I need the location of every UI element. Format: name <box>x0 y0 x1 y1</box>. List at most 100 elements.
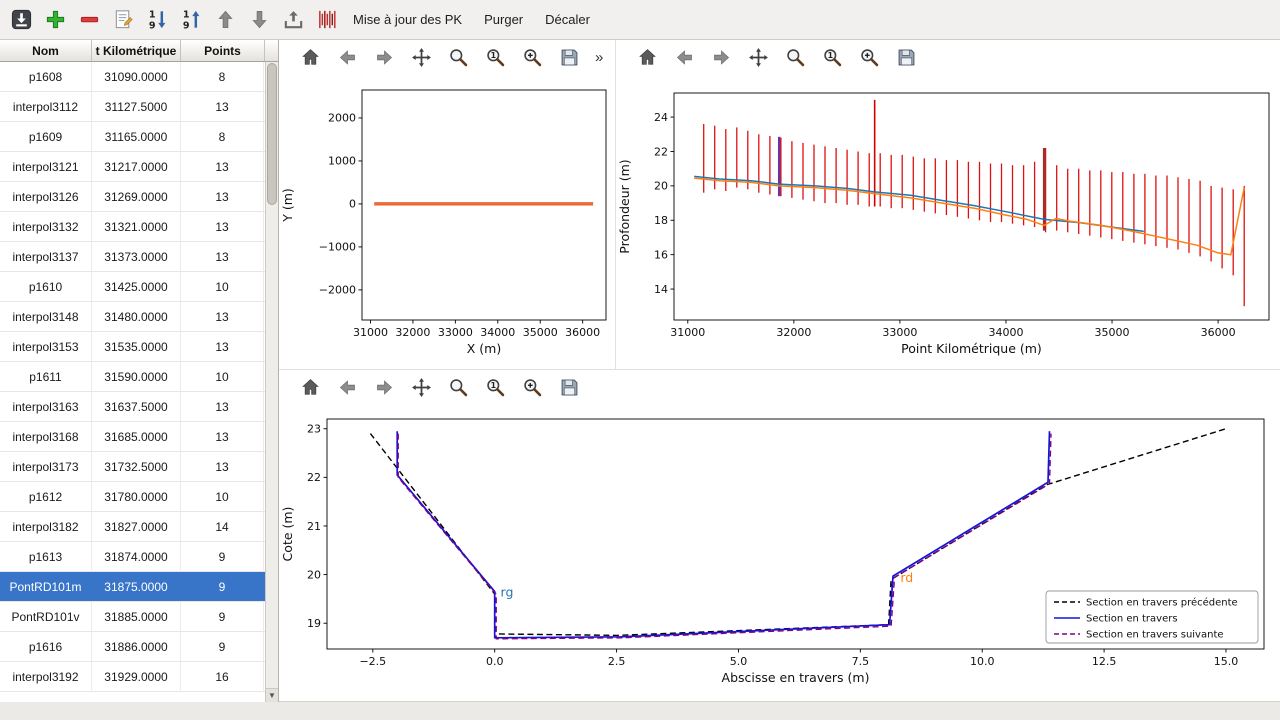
shift-button[interactable]: Décaler <box>534 4 601 35</box>
table-row[interactable]: interpol315331535.000013 <box>0 332 265 362</box>
toolbar-overflow-button[interactable]: » <box>593 49 605 66</box>
table-cell: 31425.0000 <box>92 272 181 301</box>
table-cell: 9 <box>181 572 264 601</box>
svg-text:Abscisse en travers (m): Abscisse en travers (m) <box>722 670 870 685</box>
svg-text:19: 19 <box>307 617 321 630</box>
table-cell: interpol3192 <box>0 662 92 691</box>
back-button[interactable] <box>334 45 360 71</box>
zoom-one-button[interactable] <box>482 375 508 401</box>
table-row[interactable]: p160931165.00008 <box>0 122 265 152</box>
save-icon <box>559 47 580 68</box>
svg-text:21: 21 <box>307 520 321 533</box>
scrollbar-down-button[interactable]: ▼ <box>266 688 278 702</box>
pk-sections-button[interactable] <box>312 5 342 35</box>
table-row[interactable]: interpol316831685.000013 <box>0 422 265 452</box>
table-row[interactable]: interpol317331732.500013 <box>0 452 265 482</box>
save-figure-button[interactable] <box>893 45 919 71</box>
back-button[interactable] <box>334 375 360 401</box>
add-section-button[interactable] <box>40 5 70 35</box>
longitudinal-profile-chart[interactable]: 3100032000330003400035000360001416182022… <box>616 75 1274 370</box>
sort-ascending-button[interactable] <box>176 5 206 35</box>
home-button[interactable] <box>297 45 323 71</box>
zoom-plus-icon <box>522 47 543 68</box>
move-up-button[interactable] <box>210 5 240 35</box>
sort-ascending-icon <box>180 8 203 31</box>
scrollbar-thumb[interactable] <box>267 63 277 205</box>
svg-text:rd: rd <box>900 570 913 585</box>
svg-text:Section en travers suivante: Section en travers suivante <box>1086 630 1224 641</box>
table-cell: 10 <box>181 272 264 301</box>
zoom-one-button[interactable] <box>482 45 508 71</box>
svg-text:Y (m): Y (m) <box>280 188 295 223</box>
zoom-one-button[interactable] <box>819 45 845 71</box>
table-row[interactable]: interpol314831480.000013 <box>0 302 265 332</box>
table-cell: 31732.5000 <box>92 452 181 481</box>
table-cell: 31480.0000 <box>92 302 181 331</box>
table-row[interactable]: interpol311231127.500013 <box>0 92 265 122</box>
table-row[interactable]: PontRD101v31885.00009 <box>0 602 265 632</box>
table-row[interactable]: interpol318231827.000014 <box>0 512 265 542</box>
pan-button[interactable] <box>745 45 771 71</box>
table-cell: 31875.0000 <box>92 572 181 601</box>
cross-section-chart[interactable]: −2.50.02.55.07.510.012.515.01920212223Ab… <box>279 405 1274 701</box>
table-row[interactable]: p161231780.000010 <box>0 482 265 512</box>
update-pk-button[interactable]: Mise à jour des PK <box>342 4 473 35</box>
zoom-plus-button[interactable] <box>519 45 545 71</box>
svg-text:12.5: 12.5 <box>1092 655 1117 668</box>
zoom-plus-button[interactable] <box>856 45 882 71</box>
zoom-rect-button[interactable] <box>782 45 808 71</box>
forward-button[interactable] <box>371 375 397 401</box>
table-cell: interpol3148 <box>0 302 92 331</box>
table-cell: 8 <box>181 122 264 151</box>
table-cell: PontRD101m <box>0 572 92 601</box>
pan-button[interactable] <box>408 375 434 401</box>
zoom-rect-button[interactable] <box>445 45 471 71</box>
forward-button[interactable] <box>371 45 397 71</box>
table-row[interactable]: p161031425.000010 <box>0 272 265 302</box>
table-row[interactable]: interpol312631269.000013 <box>0 182 265 212</box>
column-header-points[interactable]: Points <box>181 40 265 61</box>
zoom-rect-icon <box>785 47 806 68</box>
pan-button[interactable] <box>408 45 434 71</box>
table-row[interactable]: interpol313231321.000013 <box>0 212 265 242</box>
table-scrollbar[interactable]: ▼ <box>265 62 278 702</box>
table-row[interactable]: p161331874.00009 <box>0 542 265 572</box>
remove-section-button[interactable] <box>74 5 104 35</box>
table-cell: interpol3126 <box>0 182 92 211</box>
svg-text:34000: 34000 <box>480 326 515 339</box>
plan-view-chart[interactable]: 310003200033000340003500036000−2000−1000… <box>279 75 615 370</box>
table-row[interactable]: interpol319231929.000016 <box>0 662 265 692</box>
save-figure-button[interactable] <box>556 45 582 71</box>
import-icon <box>10 8 33 31</box>
forward-button[interactable] <box>708 45 734 71</box>
column-header-pk[interactable]: t Kilométrique <box>92 40 181 61</box>
column-header-nom[interactable]: Nom <box>0 40 92 61</box>
svg-text:2000: 2000 <box>328 112 356 125</box>
svg-text:34000: 34000 <box>988 326 1023 339</box>
home-button[interactable] <box>297 375 323 401</box>
export-sections-button[interactable] <box>278 5 308 35</box>
sort-descending-button[interactable] <box>142 5 172 35</box>
save-icon <box>559 377 580 398</box>
import-sections-button[interactable] <box>6 5 36 35</box>
save-figure-button[interactable] <box>556 375 582 401</box>
table-row[interactable]: p160831090.00008 <box>0 62 265 92</box>
edit-section-button[interactable] <box>108 5 138 35</box>
table-cell: interpol3112 <box>0 92 92 121</box>
table-row[interactable]: PontRD101m31875.00009 <box>0 572 265 602</box>
table-row[interactable]: interpol313731373.000013 <box>0 242 265 272</box>
home-button[interactable] <box>634 45 660 71</box>
table-row[interactable]: interpol316331637.500013 <box>0 392 265 422</box>
zoom-plus-button[interactable] <box>519 375 545 401</box>
purge-button[interactable]: Purger <box>473 4 534 35</box>
table-cell: interpol3121 <box>0 152 92 181</box>
table-row[interactable]: interpol312131217.000013 <box>0 152 265 182</box>
table-row[interactable]: p161631886.00009 <box>0 632 265 662</box>
table-row[interactable]: p161131590.000010 <box>0 362 265 392</box>
home-icon <box>637 47 658 68</box>
sections-panel: Nom t Kilométrique Points p160831090.000… <box>0 40 279 702</box>
back-button[interactable] <box>671 45 697 71</box>
table-cell: 31886.0000 <box>92 632 181 661</box>
move-down-button[interactable] <box>244 5 274 35</box>
zoom-rect-button[interactable] <box>445 375 471 401</box>
